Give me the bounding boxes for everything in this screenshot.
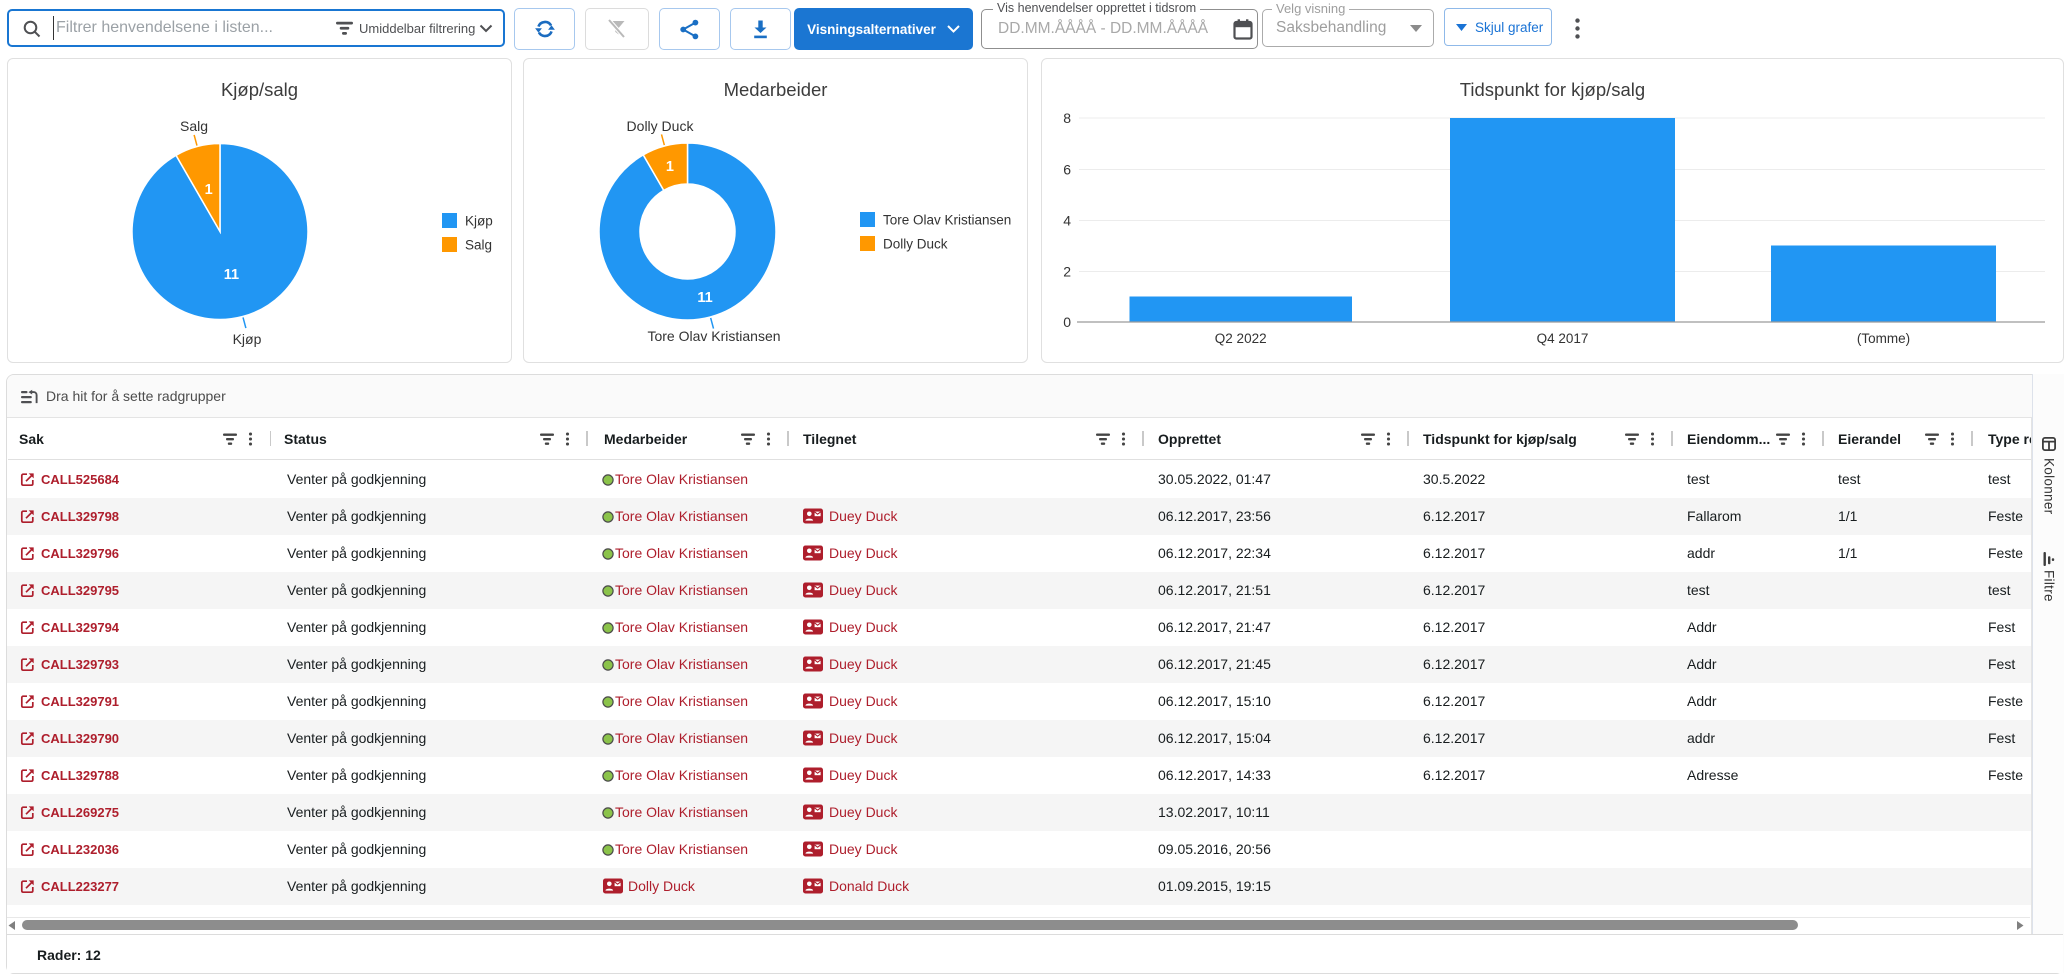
svg-text:8: 8 <box>1063 110 1071 126</box>
svg-text:Tore Olav Kristiansen: Tore Olav Kristiansen <box>883 213 1011 228</box>
svg-text:Kjøp: Kjøp <box>465 214 493 229</box>
svg-text:11: 11 <box>224 267 239 283</box>
svg-text:1: 1 <box>205 182 213 198</box>
svg-text:Dolly Duck: Dolly Duck <box>883 237 948 252</box>
svg-text:Salg: Salg <box>180 118 208 134</box>
svg-text:1: 1 <box>666 159 674 175</box>
svg-text:2: 2 <box>1063 264 1071 280</box>
svg-text:0: 0 <box>1063 314 1071 330</box>
svg-text:4: 4 <box>1063 213 1071 229</box>
svg-text:11: 11 <box>697 290 712 306</box>
svg-text:Kjøp: Kjøp <box>233 331 262 347</box>
svg-text:6: 6 <box>1063 162 1071 178</box>
svg-text:Q2 2022: Q2 2022 <box>1215 331 1267 346</box>
svg-text:Tore Olav Kristiansen: Tore Olav Kristiansen <box>647 328 780 344</box>
svg-text:Q4 2017: Q4 2017 <box>1537 331 1589 346</box>
svg-text:(Tomme): (Tomme) <box>1857 331 1910 346</box>
svg-text:Dolly Duck: Dolly Duck <box>627 118 695 134</box>
svg-text:Salg: Salg <box>465 238 492 253</box>
